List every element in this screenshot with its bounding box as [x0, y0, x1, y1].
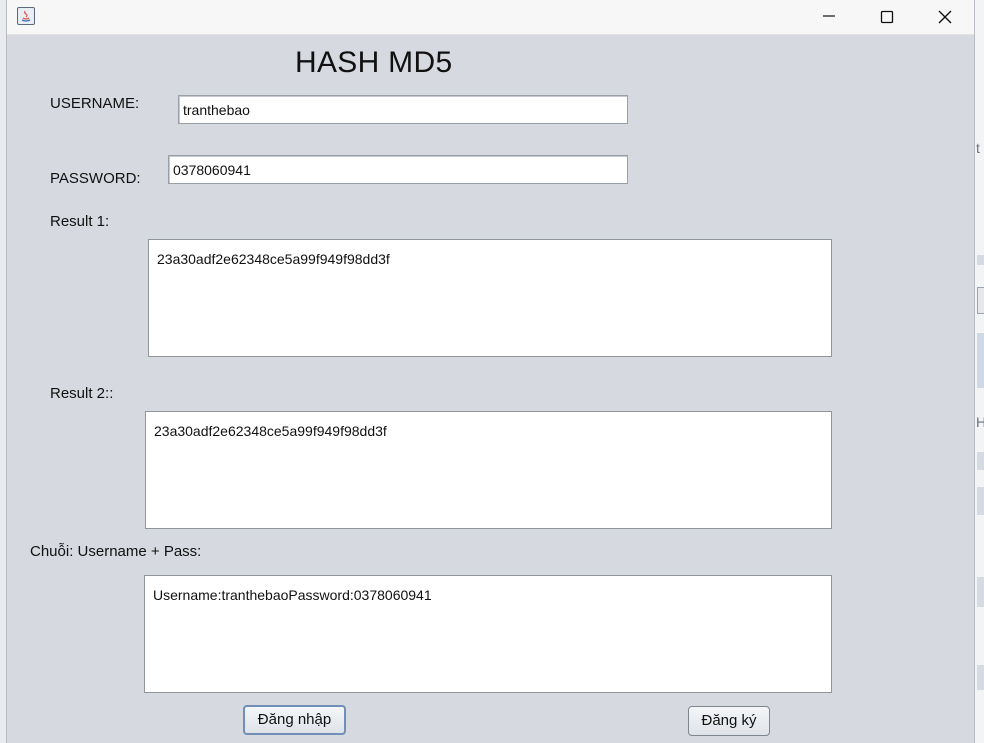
concat-label: Chuỗi: Username + Pass: — [30, 543, 202, 560]
background-strip — [977, 287, 984, 314]
maximize-button[interactable] — [859, 0, 915, 34]
page-title: HASH MD5 — [295, 46, 453, 79]
password-field[interactable]: 0378060941 — [168, 155, 628, 184]
java-icon — [17, 7, 35, 25]
minimize-button[interactable] — [801, 0, 857, 34]
background-strip — [977, 487, 984, 515]
background-strip — [977, 255, 984, 265]
register-button[interactable]: Đăng ký — [688, 706, 770, 736]
background-glyph: H — [976, 414, 984, 430]
app-window: HASH MD5 USERNAME: tranthebao PASSWORD: … — [6, 0, 975, 743]
background-strip — [977, 665, 984, 690]
title-bar — [7, 0, 974, 35]
result2-label: Result 2:: — [50, 385, 114, 402]
result2-textarea[interactable]: 23a30adf2e62348ce5a99f949f98dd3f — [145, 411, 832, 529]
username-label: USERNAME: — [50, 95, 140, 112]
concat-textarea[interactable]: Username:tranthebaoPassword:0378060941 — [144, 575, 832, 693]
maximize-icon — [880, 10, 894, 24]
login-button[interactable]: Đăng nhập — [243, 705, 346, 735]
result1-textarea[interactable]: 23a30adf2e62348ce5a99f949f98dd3f — [148, 239, 832, 357]
background-strip — [977, 452, 984, 470]
result1-label: Result 1: — [50, 213, 110, 230]
background-glyph: t — [976, 140, 980, 156]
background-strip — [977, 577, 984, 607]
background-app: t H — [975, 0, 984, 743]
close-icon — [938, 10, 952, 24]
username-field[interactable]: tranthebao — [178, 95, 628, 124]
background-strip — [977, 333, 984, 388]
close-button[interactable] — [917, 0, 973, 34]
minimize-icon — [823, 15, 835, 17]
password-label: PASSWORD: — [50, 170, 141, 187]
